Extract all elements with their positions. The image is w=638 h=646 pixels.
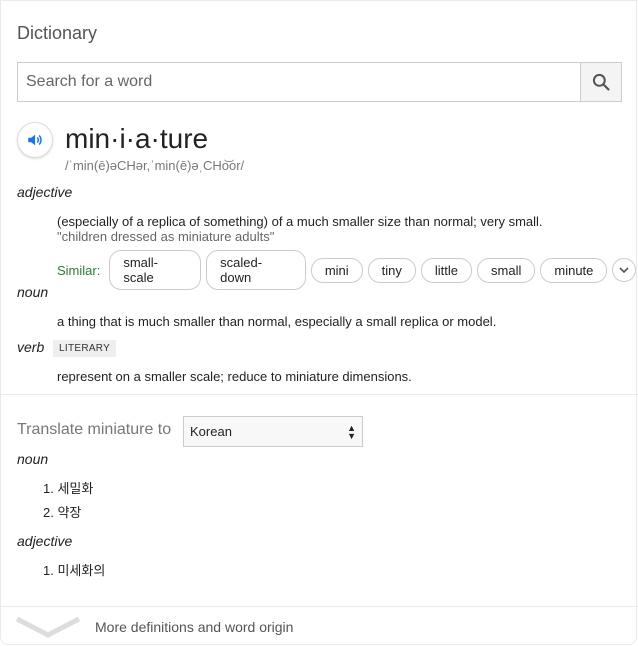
chevron-down-icon [15,616,81,638]
definition-verb: represent on a smaller scale; reduce to … [57,369,412,384]
similar-chip[interactable]: tiny [367,257,416,283]
divider [1,394,638,395]
similar-chip[interactable]: minute [540,257,608,283]
similar-label: Similar: [57,262,101,278]
translate-pos-adjective: adjective [17,533,73,549]
similar-chip[interactable]: small-scale [109,250,202,290]
card-title: Dictionary [17,23,98,43]
similar-words: Similar: small-scale scaled-down mini ti… [57,250,636,290]
dictionary-card: Dictionary min·i·a·ture /ˈmin(ē)əCHər,ˈm… [0,0,638,645]
pos-verb: verb [17,339,45,355]
similar-chip[interactable]: little [420,257,473,283]
translation-item: 1. 미세화의 [43,563,106,578]
headword: min·i·a·ture [65,123,209,154]
search-box [17,62,622,102]
divider [1,606,638,607]
chevron-down-icon [619,267,629,274]
pos-adjective: adjective [17,184,73,200]
example-adjective: "children dressed as miniature adults" [57,229,275,244]
pos-noun: noun [17,284,49,300]
translate-pos-noun: noun [17,451,49,467]
similar-chip[interactable]: small [477,257,536,283]
search-button[interactable] [580,63,621,101]
language-select-value: Korean [190,424,232,439]
pronounce-button[interactable] [17,122,53,158]
more-definitions-link[interactable]: More definitions and word origin [95,619,293,635]
search-input[interactable] [18,63,580,101]
translate-label: Translate miniature to [17,421,172,438]
expand-similar-button[interactable] [612,258,636,282]
similar-chip[interactable]: mini [310,257,363,283]
language-select[interactable]: Korean ▲ ▼ [183,416,363,447]
more-definitions-chevron[interactable] [15,613,81,644]
translation-item: 1. 세밀화 [43,481,94,496]
speaker-icon [28,134,42,146]
search-icon [592,73,610,91]
register-badge: LITERARY [53,340,117,357]
translation-item: 2. 약장 [43,505,82,520]
select-arrows-icon: ▲ ▼ [347,422,356,441]
similar-chip[interactable]: scaled-down [206,250,306,290]
definition-adjective: (especially of a replica of something) o… [57,214,543,229]
phonetic: /ˈmin(ē)əCHər,ˈmin(ē)əˌCHo͝or/ [65,158,245,173]
definition-noun: a thing that is much smaller than normal… [57,314,497,329]
